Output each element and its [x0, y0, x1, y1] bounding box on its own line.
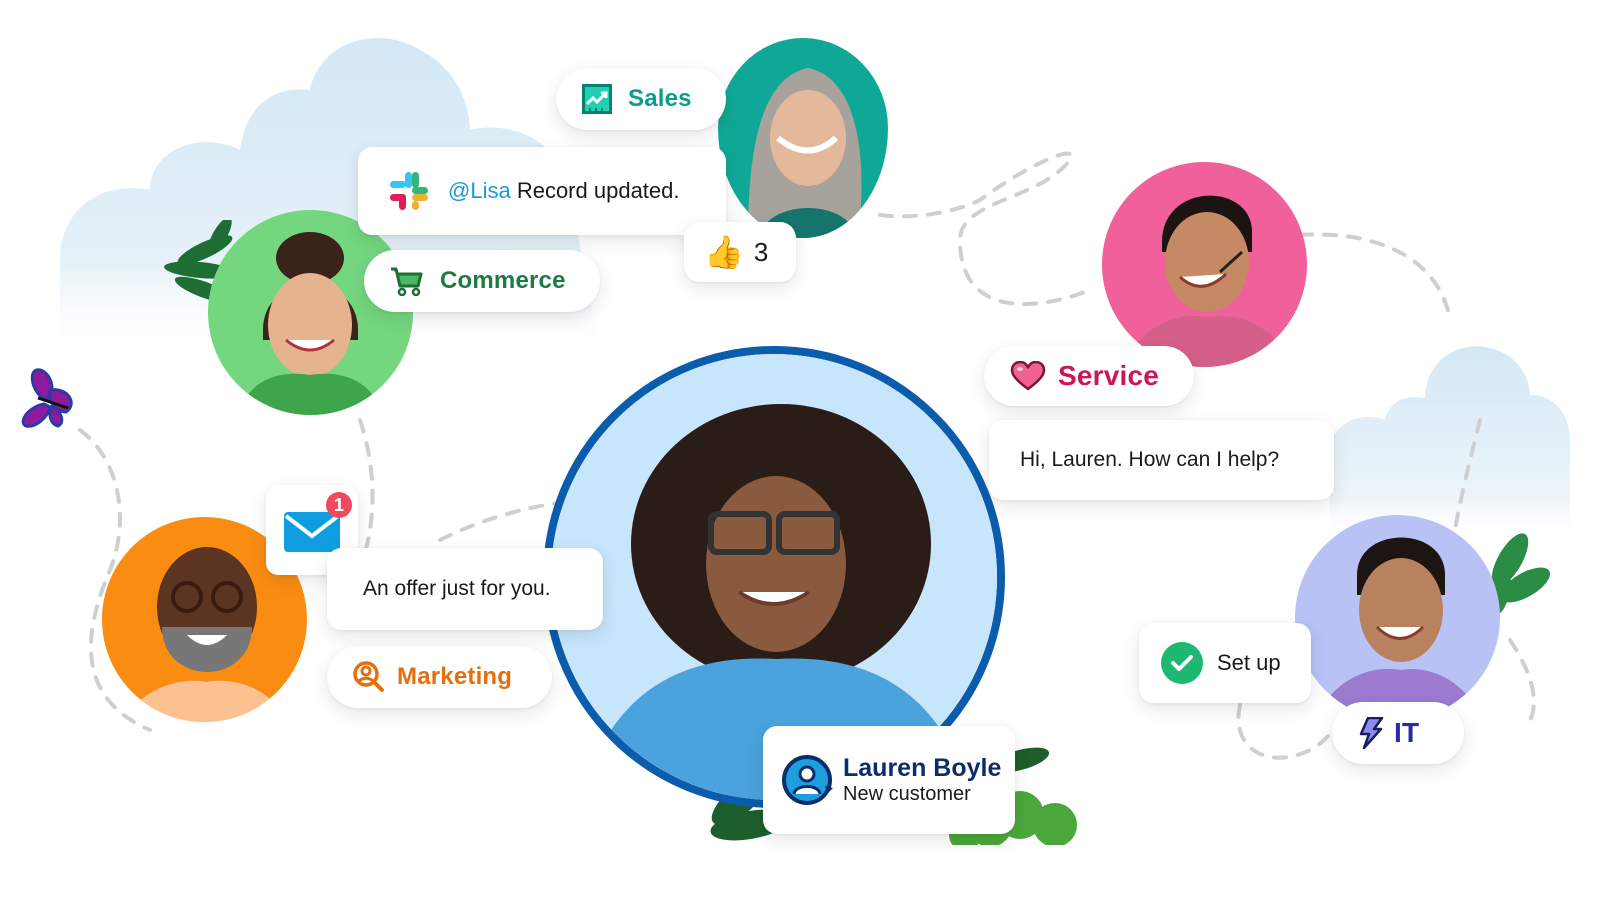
envelope-icon: 1 — [284, 492, 352, 552]
slack-logo-icon — [388, 170, 430, 212]
reaction-badge[interactable]: 👍 3 — [684, 222, 796, 282]
avatar-commerce-person — [208, 210, 413, 415]
reaction-count: 3 — [753, 236, 769, 267]
chart-trending-up-icon — [582, 84, 612, 114]
customer-status: New customer — [843, 782, 971, 805]
magnifier-person-icon — [353, 661, 385, 693]
thumbs-up-icon: 👍 — [704, 234, 744, 270]
commerce-badge-label: Commerce — [440, 267, 566, 294]
marketing-badge[interactable]: Marketing — [327, 646, 552, 708]
slack-message-text: Record updated. — [516, 178, 680, 203]
avatar-service-person — [1102, 162, 1307, 367]
service-reply-text: Hi, Lauren. How can I help? — [1020, 448, 1280, 471]
offer-message-card[interactable]: An offer just for you. — [327, 548, 603, 630]
lightning-bolt-icon — [1358, 717, 1384, 749]
marketing-badge-label: Marketing — [397, 663, 513, 690]
cloud-right — [1330, 346, 1570, 540]
avatar-it-person — [1295, 515, 1500, 720]
slack-message: @Lisa Record updated. — [448, 178, 680, 204]
avatar-sales-person — [718, 38, 888, 238]
setup-card[interactable]: Set up — [1139, 623, 1311, 703]
it-badge[interactable]: IT — [1332, 702, 1464, 764]
service-badge[interactable]: Service — [984, 346, 1194, 406]
customer-card[interactable]: Lauren Boyle New customer — [763, 726, 1015, 834]
it-badge-label: IT — [1394, 717, 1420, 748]
commerce-badge[interactable]: Commerce — [364, 250, 600, 312]
checkmark-circle-icon — [1161, 642, 1203, 684]
setup-text: Set up — [1217, 650, 1281, 675]
service-badge-label: Service — [1058, 360, 1160, 391]
customer-name: Lauren Boyle — [843, 754, 1002, 783]
offer-message-text: An offer just for you. — [363, 577, 551, 600]
email-unread-badge: 1 — [326, 492, 352, 518]
heart-icon — [1010, 361, 1046, 391]
shopping-cart-icon — [390, 266, 424, 296]
slack-mention[interactable]: @Lisa — [448, 178, 511, 203]
sales-badge-label: Sales — [628, 85, 692, 112]
user-refresh-icon — [781, 754, 833, 806]
sales-badge[interactable]: Sales — [556, 68, 726, 130]
slack-message-card[interactable]: @Lisa Record updated. — [358, 147, 726, 235]
butterfly-icon — [21, 368, 73, 428]
service-reply-card[interactable]: Hi, Lauren. How can I help? — [989, 420, 1334, 500]
